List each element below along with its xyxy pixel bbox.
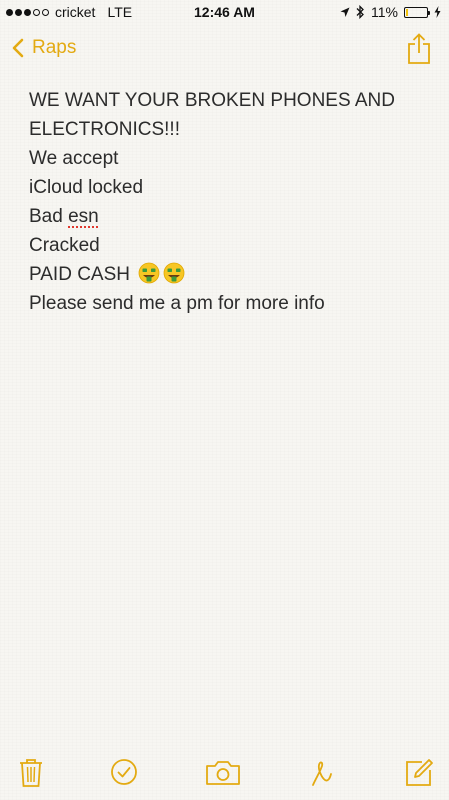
note-line: Cracked [29, 235, 100, 256]
compose-icon [406, 759, 433, 786]
camera-button[interactable] [205, 760, 241, 791]
location-arrow-icon [340, 7, 350, 17]
note-line: ELECTRONICS!!! [29, 119, 180, 140]
note-text: PAID CASH [29, 264, 131, 285]
note-text: Bad [29, 206, 69, 227]
sketch-button[interactable] [310, 758, 336, 793]
bottom-toolbar [0, 748, 449, 800]
camera-icon [206, 761, 240, 785]
note-line: iCloud locked [29, 177, 144, 198]
note-line: PAID CASH [29, 260, 429, 289]
money-mouth-face-icon [138, 262, 160, 284]
delete-note-button[interactable] [18, 758, 44, 793]
misspelled-word[interactable]: esn [68, 206, 99, 227]
note-line: Please send me a pm for more info [29, 293, 325, 314]
checklist-button[interactable] [110, 758, 138, 791]
note-line: Bad esn [29, 202, 429, 231]
trash-icon [20, 759, 42, 787]
note-line: We accept [29, 148, 119, 169]
battery-icon [404, 6, 430, 18]
sketch-icon [312, 761, 332, 786]
bluetooth-icon [356, 5, 364, 19]
share-button[interactable] [407, 33, 431, 70]
battery-fill [406, 8, 408, 16]
status-bar: cricket LTE 12:46 AM 11% [0, 0, 449, 26]
battery-percent: 11% [371, 4, 398, 20]
chevron-left-icon [12, 38, 24, 58]
checklist-icon [111, 759, 137, 785]
share-icon [408, 33, 430, 64]
back-button-label: Raps [32, 37, 77, 58]
note-text-area[interactable]: WE WANT YOUR BROKEN PHONES AND ELECTRONI… [29, 86, 429, 318]
note-line: WE WANT YOUR BROKEN PHONES AND [29, 90, 395, 111]
compose-note-button[interactable] [404, 758, 434, 793]
money-mouth-face-icon [163, 262, 185, 284]
charging-bolt-icon [434, 6, 441, 18]
back-button[interactable]: Raps [12, 37, 76, 59]
navigation-bar: Raps [0, 28, 449, 72]
status-right: 11% [340, 4, 441, 20]
